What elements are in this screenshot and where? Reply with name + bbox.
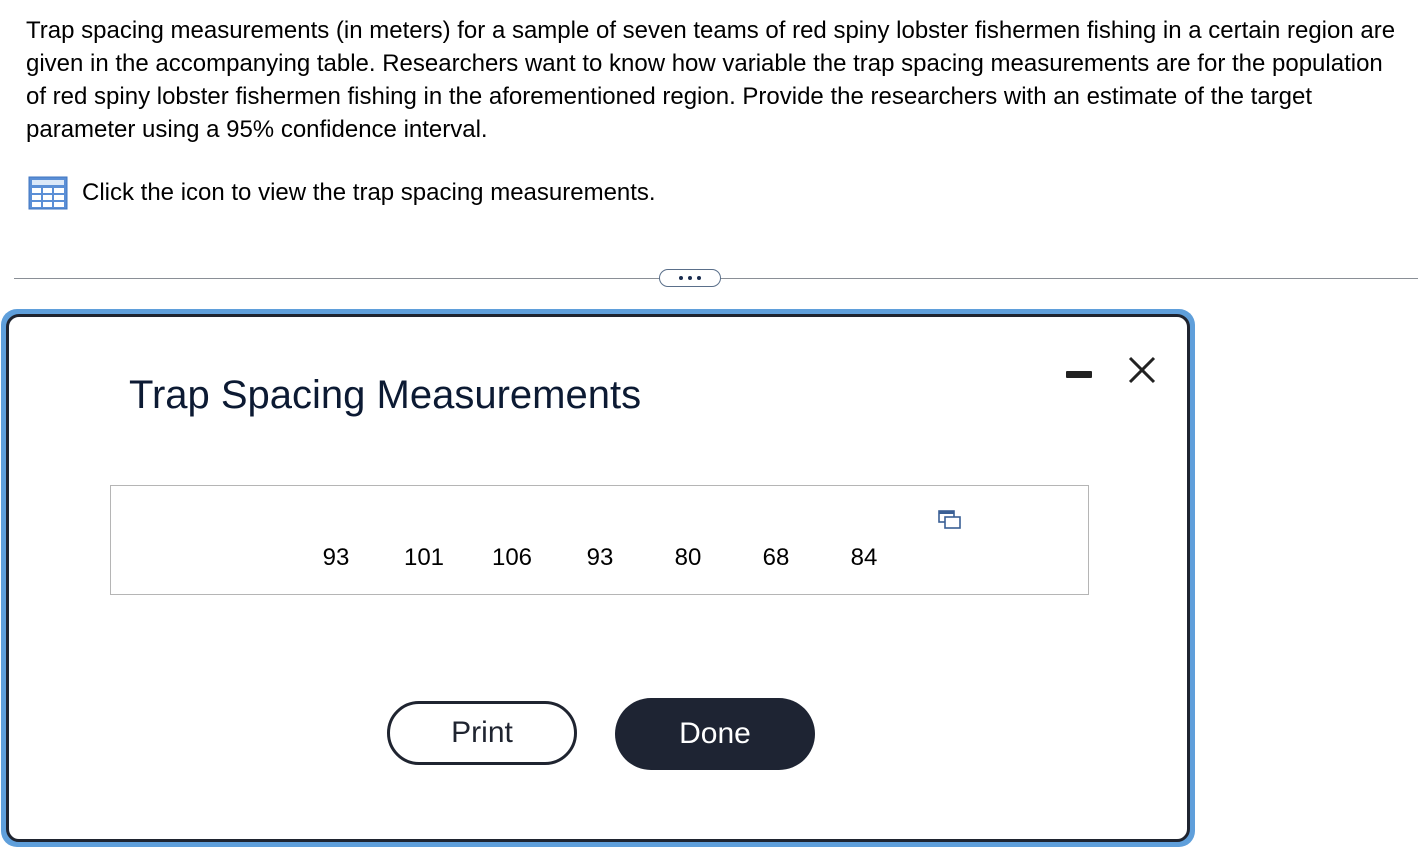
trap-spacing-dialog: Trap Spacing Measurements 93 101 106 93 … [6,314,1190,842]
dialog-focus-ring: Trap Spacing Measurements 93 101 106 93 … [1,309,1195,847]
value-cell: 93 [322,544,350,571]
value-cell: 101 [403,544,445,571]
print-button[interactable]: Print [387,701,577,765]
value-cell: 80 [674,544,702,571]
view-table-link[interactable]: Click the icon to view the trap spacing … [28,176,656,210]
value-cell: 84 [850,544,878,571]
question-text: Trap spacing measurements (in meters) fo… [26,17,1396,143]
value-cell: 93 [586,544,614,571]
view-table-link-text[interactable]: Click the icon to view the trap spacing … [82,176,656,210]
copy-to-clipboard-icon[interactable] [938,510,962,530]
expand-ellipsis-button[interactable] [659,269,721,287]
done-button[interactable]: Done [615,698,815,770]
values-row: 93 101 106 93 80 68 84 [111,544,1088,574]
measurements-table: 93 101 106 93 80 68 84 [110,485,1089,595]
minimize-icon [1066,371,1092,378]
close-button[interactable] [1126,354,1158,386]
dialog-title: Trap Spacing Measurements [129,373,642,417]
value-cell: 106 [491,544,533,571]
close-icon [1128,356,1156,384]
value-cell: 68 [762,544,790,571]
ellipsis-icon [679,276,701,280]
minimize-button[interactable] [1066,368,1096,380]
table-grid-icon[interactable] [28,176,68,210]
